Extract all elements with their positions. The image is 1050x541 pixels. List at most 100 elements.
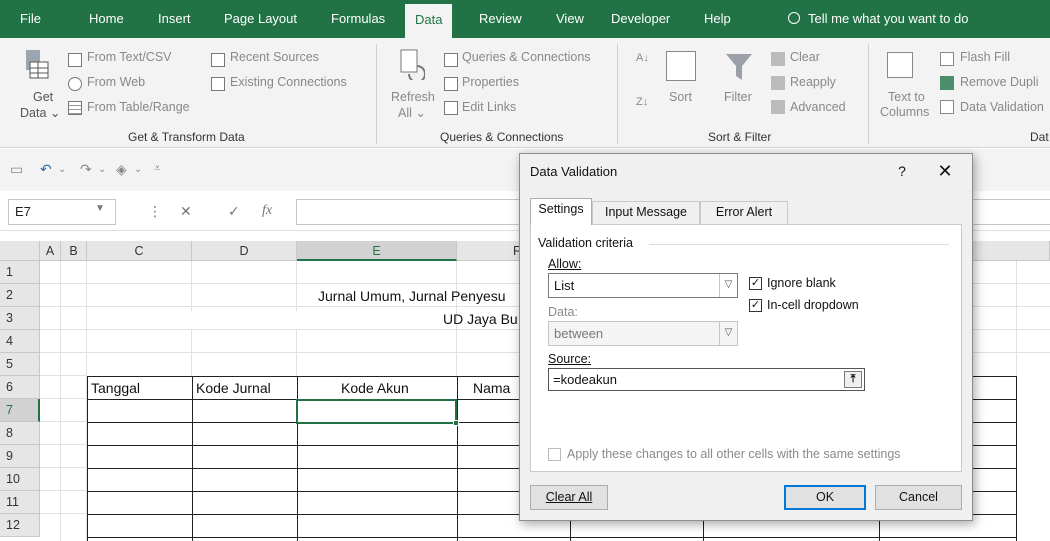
- tab-home[interactable]: Home: [89, 0, 124, 38]
- remove-duplicates-button[interactable]: Remove Dupli: [960, 75, 1039, 89]
- header-kode-akun: Kode Akun: [341, 380, 409, 396]
- group-get-transform-label: Get & Transform Data: [128, 130, 245, 144]
- row-header-5[interactable]: 5: [0, 353, 40, 376]
- recent-sources-button[interactable]: Recent Sources: [230, 50, 319, 64]
- gridline: [40, 398, 87, 399]
- customize-qat-icon[interactable]: ⩡: [154, 161, 161, 176]
- refresh-label-1: Refresh: [391, 90, 435, 104]
- edit-links-button[interactable]: Edit Links: [462, 100, 516, 114]
- tab-review[interactable]: Review: [479, 0, 522, 38]
- row-header-9[interactable]: 9: [0, 445, 40, 468]
- row-header-8[interactable]: 8: [0, 422, 40, 445]
- tab-input-message[interactable]: Input Message: [592, 201, 700, 224]
- clear-button[interactable]: Clear: [790, 50, 820, 64]
- from-table-range-button[interactable]: From Table/Range: [87, 100, 190, 114]
- table-border: [457, 376, 458, 541]
- name-box-dropdown-icon[interactable]: ▼: [95, 203, 105, 214]
- chevron-down-icon[interactable]: ▽: [719, 274, 737, 297]
- insert-function-icon[interactable]: fx: [262, 203, 272, 219]
- sort-button[interactable]: Sort: [669, 90, 692, 104]
- tab-page-layout[interactable]: Page Layout: [224, 0, 297, 38]
- fill-handle[interactable]: [453, 420, 459, 426]
- table-border: [87, 537, 1017, 538]
- tab-data[interactable]: Data: [405, 4, 453, 38]
- ignore-blank-checkbox[interactable]: ✓: [749, 277, 762, 290]
- cancel-icon[interactable]: ✕: [180, 203, 192, 220]
- row-header-12[interactable]: 12: [0, 514, 40, 537]
- column-header-c[interactable]: C: [87, 241, 192, 261]
- remove-duplicates-icon: [940, 76, 954, 90]
- table-border: [192, 376, 193, 541]
- row-header-6[interactable]: 6: [0, 376, 40, 399]
- group-separator: [868, 44, 869, 144]
- from-text-csv-button[interactable]: From Text/CSV: [87, 50, 172, 64]
- row-header-2[interactable]: 2: [0, 284, 40, 307]
- sort-icon[interactable]: [666, 51, 696, 81]
- row-header-11[interactable]: 11: [0, 491, 40, 514]
- row-header-3[interactable]: 3: [0, 307, 40, 330]
- queries-connections-button[interactable]: Queries & Connections: [462, 50, 591, 64]
- text-to-columns-icon[interactable]: [887, 52, 913, 78]
- ok-button[interactable]: OK: [784, 485, 866, 510]
- data-validation-button[interactable]: Data Validation: [960, 100, 1044, 114]
- refresh-all-icon[interactable]: [397, 48, 425, 80]
- tab-developer[interactable]: Developer: [611, 0, 670, 38]
- chevron-down-icon[interactable]: ▽: [719, 322, 737, 345]
- allow-select[interactable]: List ▽: [548, 273, 738, 298]
- filter-icon[interactable]: [724, 52, 754, 82]
- redo-icon[interactable]: ↷: [80, 161, 92, 178]
- active-cell-e7[interactable]: [296, 399, 459, 426]
- sort-za-icon[interactable]: Z↓: [636, 96, 648, 108]
- row-header-1[interactable]: 1: [0, 261, 40, 284]
- tab-help[interactable]: Help: [704, 0, 731, 38]
- get-data-icon[interactable]: [22, 48, 50, 80]
- advanced-button[interactable]: Advanced: [790, 100, 846, 114]
- column-header-a[interactable]: A: [40, 241, 61, 261]
- paint-dropdown-icon[interactable]: ⌄: [134, 164, 142, 175]
- column-header-e[interactable]: E: [297, 241, 457, 261]
- filter-button[interactable]: Filter: [724, 90, 752, 104]
- tab-view[interactable]: View: [556, 0, 584, 38]
- tab-file[interactable]: File: [20, 0, 41, 38]
- sheet-title-2: UD Jaya Bu: [443, 311, 518, 327]
- properties-button[interactable]: Properties: [462, 75, 519, 89]
- apply-all-checkbox[interactable]: [548, 448, 561, 461]
- redo-dropdown-icon[interactable]: ⌄: [98, 164, 106, 175]
- tab-formulas[interactable]: Formulas: [331, 0, 385, 38]
- recent-sources-icon: [211, 53, 225, 67]
- row-header-10[interactable]: 10: [0, 468, 40, 491]
- tab-settings[interactable]: Settings: [530, 198, 592, 225]
- column-header-d[interactable]: D: [192, 241, 297, 261]
- tab-insert[interactable]: Insert: [158, 0, 191, 38]
- from-web-button[interactable]: From Web: [87, 75, 145, 89]
- tell-me-box[interactable]: Tell me what you want to do: [788, 0, 968, 38]
- collapse-range-icon[interactable]: ⤒: [844, 371, 862, 388]
- undo-dropdown-icon[interactable]: ⌄: [58, 164, 66, 175]
- enter-icon[interactable]: ✓: [228, 203, 240, 220]
- row-header-7[interactable]: 7: [0, 399, 40, 422]
- allow-value: List: [554, 278, 575, 293]
- cancel-button[interactable]: Cancel: [875, 485, 962, 510]
- flash-fill-button[interactable]: Flash Fill: [960, 50, 1010, 64]
- save-icon[interactable]: ▭: [10, 161, 23, 178]
- close-icon[interactable]: ✕: [930, 158, 960, 184]
- data-select[interactable]: between ▽: [548, 321, 738, 346]
- source-input[interactable]: =kodeakun ⤒: [548, 368, 865, 391]
- reapply-button[interactable]: Reapply: [790, 75, 836, 89]
- existing-connections-button[interactable]: Existing Connections: [230, 75, 347, 89]
- help-button[interactable]: ?: [890, 158, 914, 184]
- clear-all-button[interactable]: Clear All: [530, 485, 608, 510]
- column-header-b[interactable]: B: [61, 241, 87, 261]
- sort-az-icon[interactable]: A↓: [636, 52, 649, 64]
- source-value: =kodeakun: [553, 372, 617, 387]
- paint-bucket-icon[interactable]: ◈: [116, 161, 127, 178]
- tab-error-alert[interactable]: Error Alert: [700, 201, 788, 224]
- in-cell-dropdown-checkbox[interactable]: ✓: [749, 299, 762, 312]
- gridline: [296, 330, 297, 376]
- row-header-4[interactable]: 4: [0, 330, 40, 353]
- select-all-corner[interactable]: [0, 241, 40, 261]
- get-data-label-1: Get: [33, 90, 54, 104]
- refresh-label-2: All ⌄: [398, 106, 426, 120]
- undo-icon[interactable]: ↶: [40, 161, 52, 178]
- reapply-icon: [771, 76, 785, 90]
